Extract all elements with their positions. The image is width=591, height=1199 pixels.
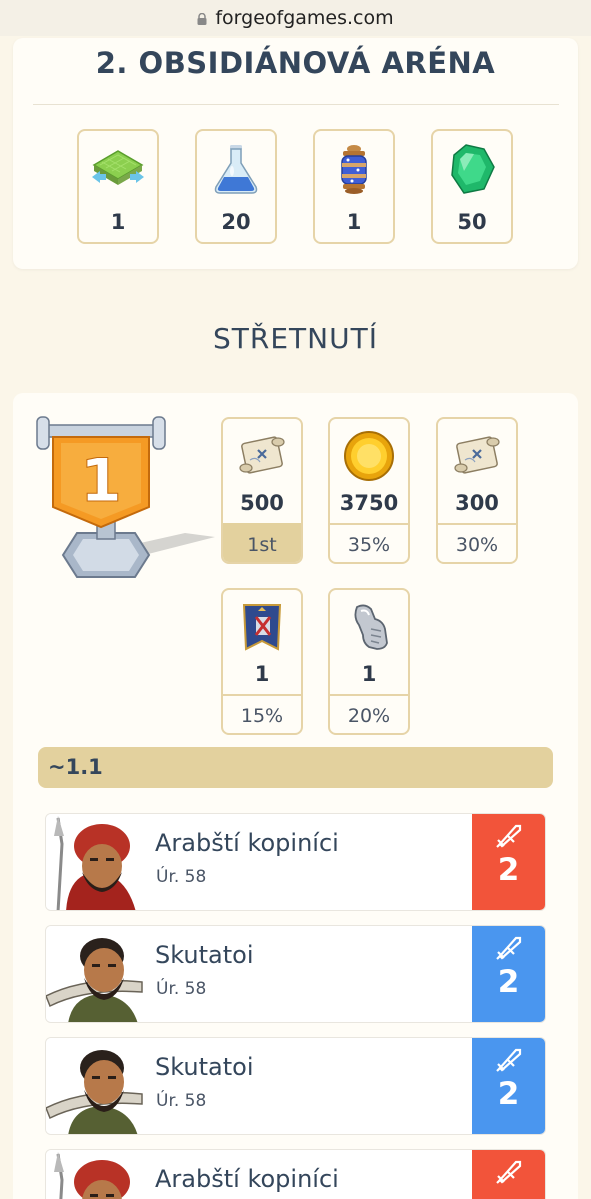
flask-icon xyxy=(214,145,258,194)
unit-count-badge: 2 xyxy=(472,926,545,1022)
reward-value: 50 xyxy=(457,210,487,234)
url-text: forgeofgames.com xyxy=(215,7,394,29)
unit-count-badge: 2 xyxy=(472,814,545,910)
unit-level: Úr. 58 xyxy=(156,867,207,887)
reward-value: 20 xyxy=(221,210,251,234)
encounter-reward-tile[interactable]: 300 30% xyxy=(436,417,518,564)
encounter-reward-tile[interactable]: 1 20% xyxy=(328,588,410,735)
unit-level: Úr. 58 xyxy=(156,1091,207,1111)
reward-value: 1 xyxy=(110,210,126,234)
crossed-swords-icon xyxy=(495,1160,521,1184)
emerald-gem-icon xyxy=(451,144,495,194)
unit-count-badge: 2 xyxy=(472,1038,545,1134)
reward-chance: 30% xyxy=(438,523,516,562)
unit-row[interactable]: Arabští kopiníci xyxy=(45,1149,546,1199)
skutatoi-portrait xyxy=(46,1038,144,1134)
arab-spearman-portrait xyxy=(46,814,144,910)
encounter-section-title: STŘETNUTÍ xyxy=(213,322,378,355)
coin-icon xyxy=(344,431,394,481)
trophy-banner-icon: 1 xyxy=(36,416,215,578)
reward-value: 300 xyxy=(455,491,499,515)
reward-value: 500 xyxy=(240,491,284,515)
difficulty-bar: ~1.1 xyxy=(38,747,553,788)
arena-reward-gem[interactable]: 50 xyxy=(431,129,513,244)
browser-url-bar[interactable]: forgeofgames.com xyxy=(0,0,591,36)
unit-name: Arabští kopiníci xyxy=(155,1165,339,1193)
reward-chance: 1st xyxy=(223,523,301,562)
reward-value: 1 xyxy=(254,662,270,686)
reward-chance: 15% xyxy=(223,694,301,733)
divider xyxy=(33,104,559,105)
unit-count-badge xyxy=(472,1150,545,1199)
reward-value: 1 xyxy=(361,662,377,686)
unit-count: 2 xyxy=(497,852,520,888)
unit-count: 2 xyxy=(497,1076,520,1112)
skutatoi-portrait xyxy=(46,926,144,1022)
encounter-reward-tile[interactable]: 500 1st xyxy=(221,417,303,564)
reward-chance: 20% xyxy=(330,694,408,733)
lock-icon xyxy=(197,13,207,25)
unit-name: Arabští kopiníci xyxy=(155,829,339,857)
unit-row[interactable]: Arabští kopiníci Úr. 58 2 xyxy=(45,813,546,911)
lantern-icon xyxy=(341,145,367,194)
scroll-icon xyxy=(454,436,500,474)
banner-icon xyxy=(242,604,282,651)
arab-spearman-portrait xyxy=(46,1150,144,1199)
unit-name: Skutatoi xyxy=(155,941,254,969)
unit-row[interactable]: Skutatoi Úr. 58 2 xyxy=(45,925,546,1023)
encounter-reward-tile[interactable]: 1 15% xyxy=(221,588,303,735)
unit-row[interactable]: Skutatoi Úr. 58 2 xyxy=(45,1037,546,1135)
unit-count: 2 xyxy=(497,964,520,1000)
expansion-icon xyxy=(92,150,144,185)
unit-name: Skutatoi xyxy=(155,1053,254,1081)
trophy-rank: 1 xyxy=(80,446,122,516)
arena-reward-expansion[interactable]: 1 xyxy=(77,129,159,244)
encounter-reward-tile[interactable]: 3750 35% xyxy=(328,417,410,564)
arena-title: 2. OBSIDIÁNOVÁ ARÉNA xyxy=(95,46,496,80)
arena-reward-flask[interactable]: 20 xyxy=(195,129,277,244)
crossed-swords-icon xyxy=(495,936,521,960)
reward-value: 1 xyxy=(346,210,362,234)
crossed-swords-icon xyxy=(495,1048,521,1072)
scroll-icon xyxy=(239,436,285,474)
gauntlet-icon xyxy=(354,604,388,650)
reward-value: 3750 xyxy=(339,491,399,515)
crossed-swords-icon xyxy=(495,824,521,848)
reward-chance: 35% xyxy=(330,523,408,562)
unit-level: Úr. 58 xyxy=(156,979,207,999)
arena-reward-lantern[interactable]: 1 xyxy=(313,129,395,244)
